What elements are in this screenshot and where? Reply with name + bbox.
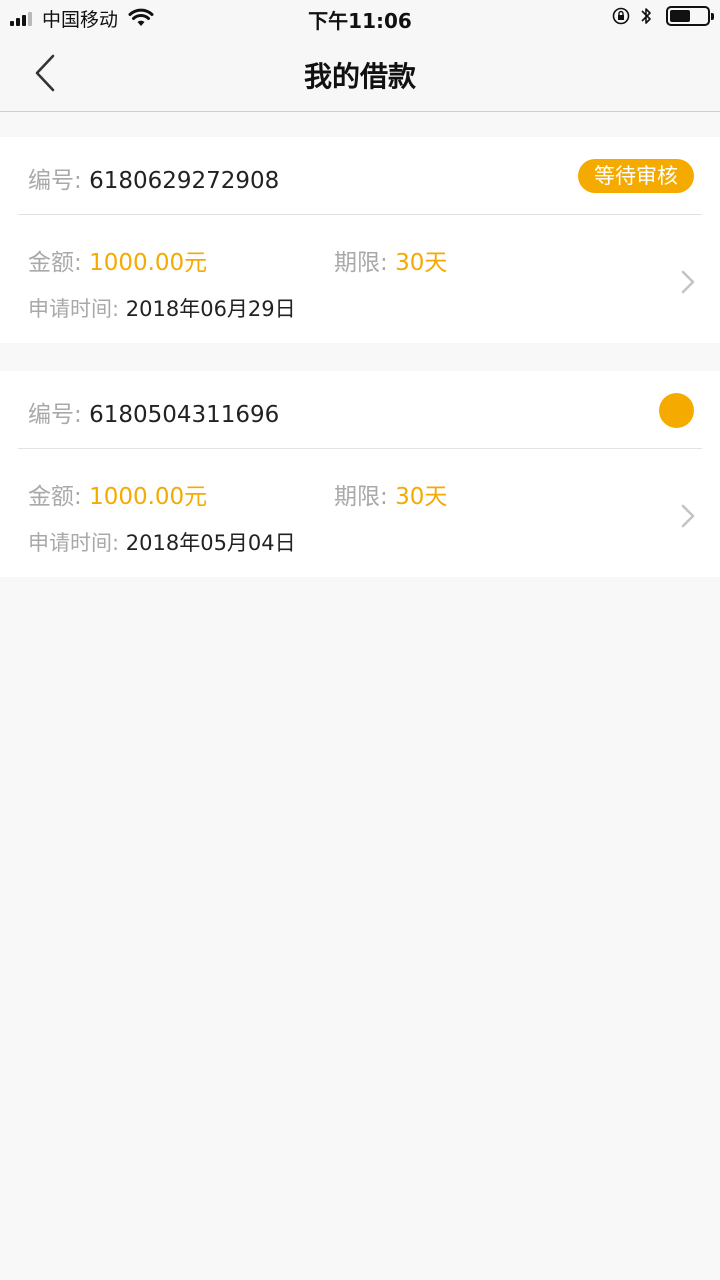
status-indicator-dot — [659, 393, 694, 428]
loan-date: 2018年06月29日 — [125, 297, 296, 321]
loan-amount-row: 金额: 1000.00元 — [28, 243, 207, 277]
status-badge: 等待审核 — [578, 159, 694, 193]
loan-card[interactable]: 编号: 6180504311696 金额: 1000.00元 期限: 30天 申… — [0, 371, 720, 577]
loan-card-body: 金额: 1000.00元 期限: 30天 申请时间: 2018年06月29日 — [0, 215, 720, 343]
status-bar: 中国移动 下午11:06 — [0, 0, 720, 36]
loan-amount-row: 金额: 1000.00元 — [28, 477, 207, 511]
chevron-right-icon — [681, 270, 695, 294]
loan-date-label: 申请时间: — [28, 531, 120, 555]
loan-number-row: 编号: 6180629272908 — [28, 161, 279, 195]
loan-number-label: 编号: — [28, 402, 82, 428]
page-title: 我的借款 — [303, 60, 416, 93]
loan-date-row: 申请时间: 2018年05月04日 — [28, 527, 296, 557]
loan-card[interactable]: 编号: 6180629272908 等待审核 金额: 1000.00元 期限: … — [0, 137, 720, 343]
loan-card-body: 金额: 1000.00元 期限: 30天 申请时间: 2018年05月04日 — [0, 449, 720, 577]
loan-term-label: 期限: — [334, 250, 388, 276]
loan-date-row: 申请时间: 2018年06月29日 — [28, 293, 296, 323]
loan-date: 2018年05月04日 — [125, 531, 296, 555]
navigation-bar: 我的借款 — [0, 36, 720, 112]
loan-card-header: 编号: 6180629272908 等待审核 — [0, 137, 720, 215]
loan-number-label: 编号: — [28, 168, 82, 194]
battery-icon — [666, 6, 714, 26]
loan-card-header: 编号: 6180504311696 — [0, 371, 720, 449]
loan-number: 6180504311696 — [89, 402, 280, 428]
loan-date-label: 申请时间: — [28, 297, 120, 321]
loan-number: 6180629272908 — [89, 168, 280, 194]
loan-term: 30天 — [395, 484, 448, 510]
loan-term-label: 期限: — [334, 484, 388, 510]
chevron-right-icon — [681, 504, 695, 528]
loan-term: 30天 — [395, 250, 448, 276]
loan-number-row: 编号: 6180504311696 — [28, 395, 279, 429]
loan-term-row: 期限: 30天 — [334, 243, 447, 277]
loan-amount-label: 金额: — [28, 250, 82, 276]
orientation-lock-icon — [612, 7, 630, 25]
loan-amount-label: 金额: — [28, 484, 82, 510]
loan-list: 编号: 6180629272908 等待审核 金额: 1000.00元 期限: … — [0, 137, 720, 605]
bluetooth-icon — [641, 8, 651, 24]
status-bar-right — [612, 6, 714, 26]
loan-amount: 1000.00元 — [89, 250, 208, 276]
loan-amount: 1000.00元 — [89, 484, 208, 510]
loan-term-row: 期限: 30天 — [334, 477, 447, 511]
